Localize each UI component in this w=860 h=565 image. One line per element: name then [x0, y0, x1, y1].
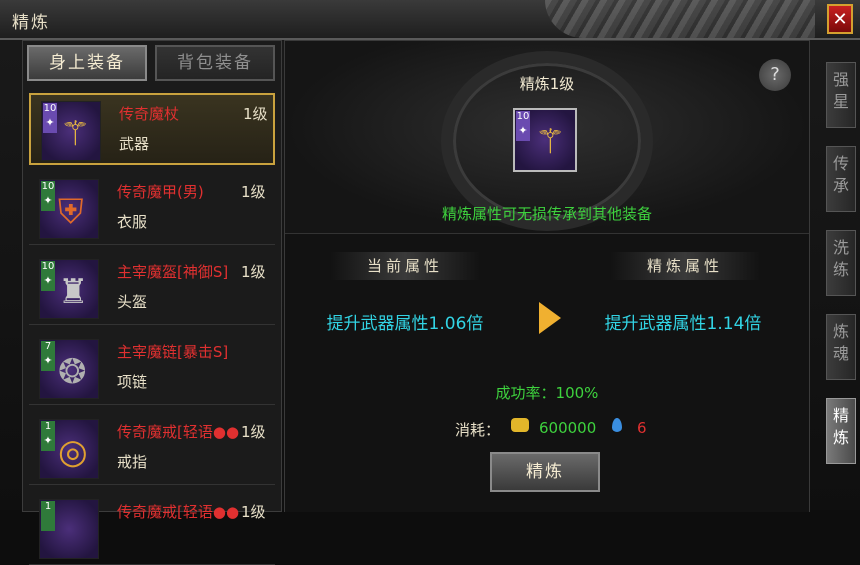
- item-type: 衣服: [117, 213, 148, 231]
- item-name: 传奇魔戒[轻语●●: [117, 503, 240, 521]
- gem-cost: 6: [637, 419, 647, 437]
- level-badge: 1 ✦: [41, 421, 55, 451]
- equipment-item[interactable]: 7 ✦ ❂ 主宰魔链[暴击S] 项链: [29, 333, 275, 405]
- item-name: 传奇魔杖: [119, 105, 180, 123]
- item-level: 1级: [241, 423, 266, 441]
- item-level: 1级: [243, 105, 268, 123]
- item-type: 头盔: [117, 293, 148, 311]
- tab-wash[interactable]: 洗练: [826, 230, 856, 296]
- necklace-icon: 7 ✦ ❂: [39, 339, 99, 399]
- item-type: 项链: [117, 373, 148, 391]
- refine-button[interactable]: 精炼: [490, 452, 600, 492]
- attribute-section: 当前属性 精炼属性 提升武器属性1.06倍 提升武器属性1.14倍 成功率：10…: [285, 233, 809, 512]
- level-badge: 7 ✦: [41, 341, 55, 371]
- item-level: 1级: [241, 183, 266, 201]
- wand-icon: 10 ✦ ⚚: [41, 101, 101, 161]
- success-rate: 成功率：100%: [495, 384, 599, 402]
- refined-attr-value: 提升武器属性1.14倍: [604, 314, 762, 334]
- item-level: 1级: [241, 263, 266, 281]
- current-attr-value: 提升武器属性1.06倍: [326, 314, 484, 334]
- helmet-icon: 10 ✦ ♜: [39, 259, 99, 319]
- current-attr-header: 当前属性: [330, 252, 480, 280]
- equipment-item[interactable]: 1 传奇魔戒[轻语●● 1级: [29, 493, 275, 565]
- tab-refine[interactable]: 精炼: [826, 398, 856, 464]
- item-name: 主宰魔盔[神御S]: [117, 263, 229, 281]
- equipment-item[interactable]: 10 ✦ ⛨ 传奇魔甲(男) 1级 衣服: [29, 173, 275, 245]
- ring-icon: 1: [39, 499, 99, 559]
- equipment-item[interactable]: 1 ✦ ◎ 传奇魔戒[轻语●● 1级 戒指: [29, 413, 275, 485]
- refine-preview: 精炼1级 10 ✦ ⚚ ? 精炼属性可无损传承到其他装备: [285, 41, 809, 231]
- wand-icon[interactable]: 10 ✦ ⚚: [513, 108, 577, 172]
- item-level: 1级: [241, 503, 266, 521]
- gold-icon: [511, 418, 529, 432]
- window-title: 精炼: [12, 13, 50, 33]
- item-name: 传奇魔戒[轻语●●: [117, 423, 240, 441]
- tab-bag[interactable]: 背包装备: [155, 45, 275, 81]
- equipment-item[interactable]: 10 ✦ ♜ 主宰魔盔[神御S] 1级 头盔: [29, 253, 275, 325]
- refined-attr-header: 精炼属性: [610, 252, 760, 280]
- tab-equipped[interactable]: 身上装备: [27, 45, 147, 81]
- tab-refine-soul[interactable]: 炼魂: [826, 314, 856, 380]
- dragon-ornament: [545, 0, 815, 38]
- tab-enhance-star[interactable]: 强星: [826, 62, 856, 128]
- armor-icon: 10 ✦ ⛨: [39, 179, 99, 239]
- gem-icon: [612, 418, 622, 432]
- refine-panel: 精炼1级 10 ✦ ⚚ ? 精炼属性可无损传承到其他装备 当前属性 精炼属性 提升…: [284, 40, 810, 512]
- inherit-hint: 精炼属性可无损传承到其他装备: [441, 205, 652, 223]
- title-bar[interactable]: 精炼 ✕: [0, 0, 860, 40]
- item-name: 主宰魔链[暴击S]: [117, 343, 229, 361]
- item-type: 武器: [119, 135, 150, 153]
- gold-cost: 600000: [539, 419, 597, 437]
- close-button[interactable]: ✕: [827, 4, 853, 34]
- level-badge: 10 ✦: [516, 111, 530, 141]
- refine-window: 精炼 ✕ 身上装备 背包装备 10 ✦ ⚚ 传奇魔杖 1级 武器 10 ✦ ⛨ 传奇…: [0, 0, 860, 565]
- equipment-item[interactable]: 10 ✦ ⚚ 传奇魔杖 1级 武器: [29, 93, 275, 165]
- help-icon[interactable]: ?: [759, 59, 791, 91]
- item-type: 戒指: [117, 453, 148, 471]
- equipment-panel: 身上装备 背包装备 10 ✦ ⚚ 传奇魔杖 1级 武器 10 ✦ ⛨ 传奇魔甲(男)…: [22, 40, 282, 565]
- level-badge: 10 ✦: [41, 181, 55, 211]
- ring-icon: 1 ✦ ◎: [39, 419, 99, 479]
- refine-level-title: 精炼1级: [519, 75, 575, 93]
- arrow-right-icon: [539, 302, 561, 334]
- level-badge: 10 ✦: [43, 103, 57, 133]
- level-badge: 1: [41, 501, 55, 531]
- tab-inherit[interactable]: 传承: [826, 146, 856, 212]
- level-badge: 10 ✦: [41, 261, 55, 291]
- cost-label: 消耗：: [455, 421, 501, 439]
- item-name: 传奇魔甲(男): [117, 183, 204, 201]
